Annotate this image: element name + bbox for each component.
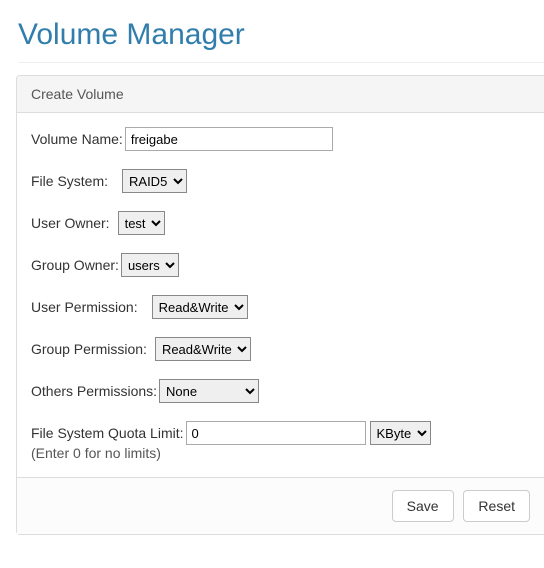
divider (18, 62, 544, 63)
form-body: Volume Name: File System: RAID5 User Own… (17, 113, 544, 477)
fs-quota-unit-select[interactable]: KByte (370, 421, 431, 445)
fs-quota-input[interactable] (186, 421, 366, 445)
others-permissions-label: Others Permissions: (31, 383, 157, 399)
fs-quota-label: File System Quota Limit: (31, 425, 184, 441)
create-volume-panel: Create Volume Volume Name: File System: … (16, 75, 544, 535)
fs-quota-hint: (Enter 0 for no limits) (31, 445, 530, 461)
save-button[interactable]: Save (392, 490, 454, 522)
file-system-label: File System: (31, 173, 108, 189)
group-permission-select[interactable]: Read&Write (155, 337, 251, 361)
volume-name-label: Volume Name: (31, 131, 123, 147)
user-owner-label: User Owner: (31, 215, 110, 231)
others-permissions-select[interactable]: None (159, 379, 259, 403)
volume-name-input[interactable] (125, 127, 333, 151)
user-owner-select[interactable]: test (118, 211, 165, 235)
user-permission-label: User Permission: (31, 299, 138, 315)
reset-button[interactable]: Reset (463, 490, 530, 522)
panel-title: Create Volume (17, 76, 544, 113)
user-permission-select[interactable]: Read&Write (152, 295, 248, 319)
panel-footer: Save Reset (17, 477, 544, 534)
group-owner-select[interactable]: users (121, 253, 179, 277)
group-permission-label: Group Permission: (31, 341, 147, 357)
page-title: Volume Manager (18, 18, 544, 52)
file-system-select[interactable]: RAID5 (122, 169, 187, 193)
group-owner-label: Group Owner: (31, 257, 119, 273)
